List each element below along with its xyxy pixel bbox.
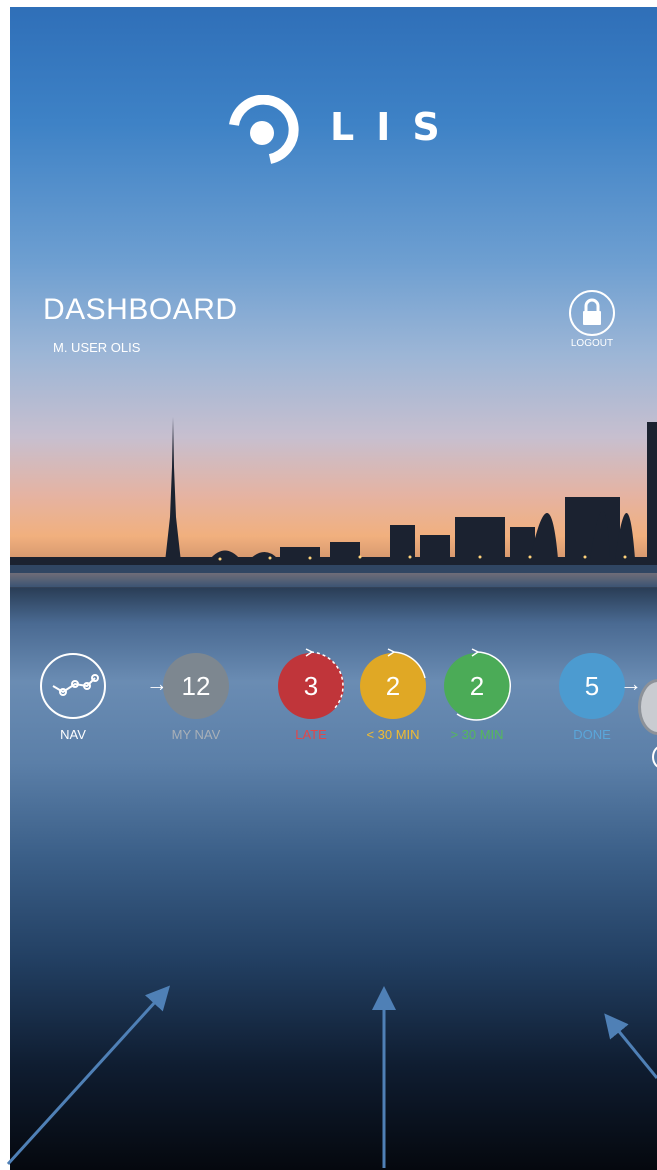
nav-button[interactable]: NAV (28, 653, 118, 742)
done-circle: 5 (559, 653, 625, 719)
late-label: LATE (295, 727, 327, 742)
my-nav-label: MY NAV (171, 727, 221, 742)
progress-arc-icon (305, 648, 344, 711)
lock-icon (583, 298, 601, 325)
arrow-right-icon: → (620, 671, 642, 696)
progress-arc-icon (387, 648, 426, 679)
city-skyline-background (10, 417, 657, 587)
lt30-circle: 2 (360, 648, 426, 719)
nav-label: NAV (60, 727, 86, 742)
gt30-label: > 30 MIN (450, 727, 504, 742)
app-screen: LIS DASHBOARD M. USER OLIS LOGOUT NAV → (10, 7, 657, 1170)
progress-arc-icon (456, 648, 512, 721)
gt30-button[interactable]: 2 > 30 MIN (432, 648, 522, 742)
user-name: M. USER OLIS (53, 340, 141, 355)
logo-mark-icon (229, 95, 299, 164)
lt30-label: < 30 MIN (366, 727, 420, 742)
logout-label: LOGOUT (570, 338, 614, 349)
page-title: DASHBOARD (43, 293, 238, 326)
lt30-button[interactable]: 2 < 30 MIN (348, 648, 438, 742)
late-circle: 3 (278, 648, 344, 719)
my-nav-button[interactable]: 12 MY NAV (151, 653, 241, 742)
logout-button[interactable]: LOGOUT (567, 290, 617, 349)
logo-text: LIS (330, 105, 462, 149)
done-button[interactable]: 5 DONE (547, 653, 637, 742)
my-nav-count: 12 (181, 670, 211, 701)
late-button[interactable]: 3 LATE (266, 648, 356, 742)
nav-circle (40, 653, 106, 719)
side-handle-lower (652, 745, 657, 769)
olis-logo: LIS (222, 95, 452, 165)
done-label: DONE (573, 727, 611, 742)
logout-circle (569, 290, 615, 336)
done-count: 5 (584, 670, 600, 701)
my-nav-circle: 12 (163, 653, 229, 719)
gt30-circle: 2 (444, 648, 512, 721)
chart-line-icon (52, 674, 99, 696)
